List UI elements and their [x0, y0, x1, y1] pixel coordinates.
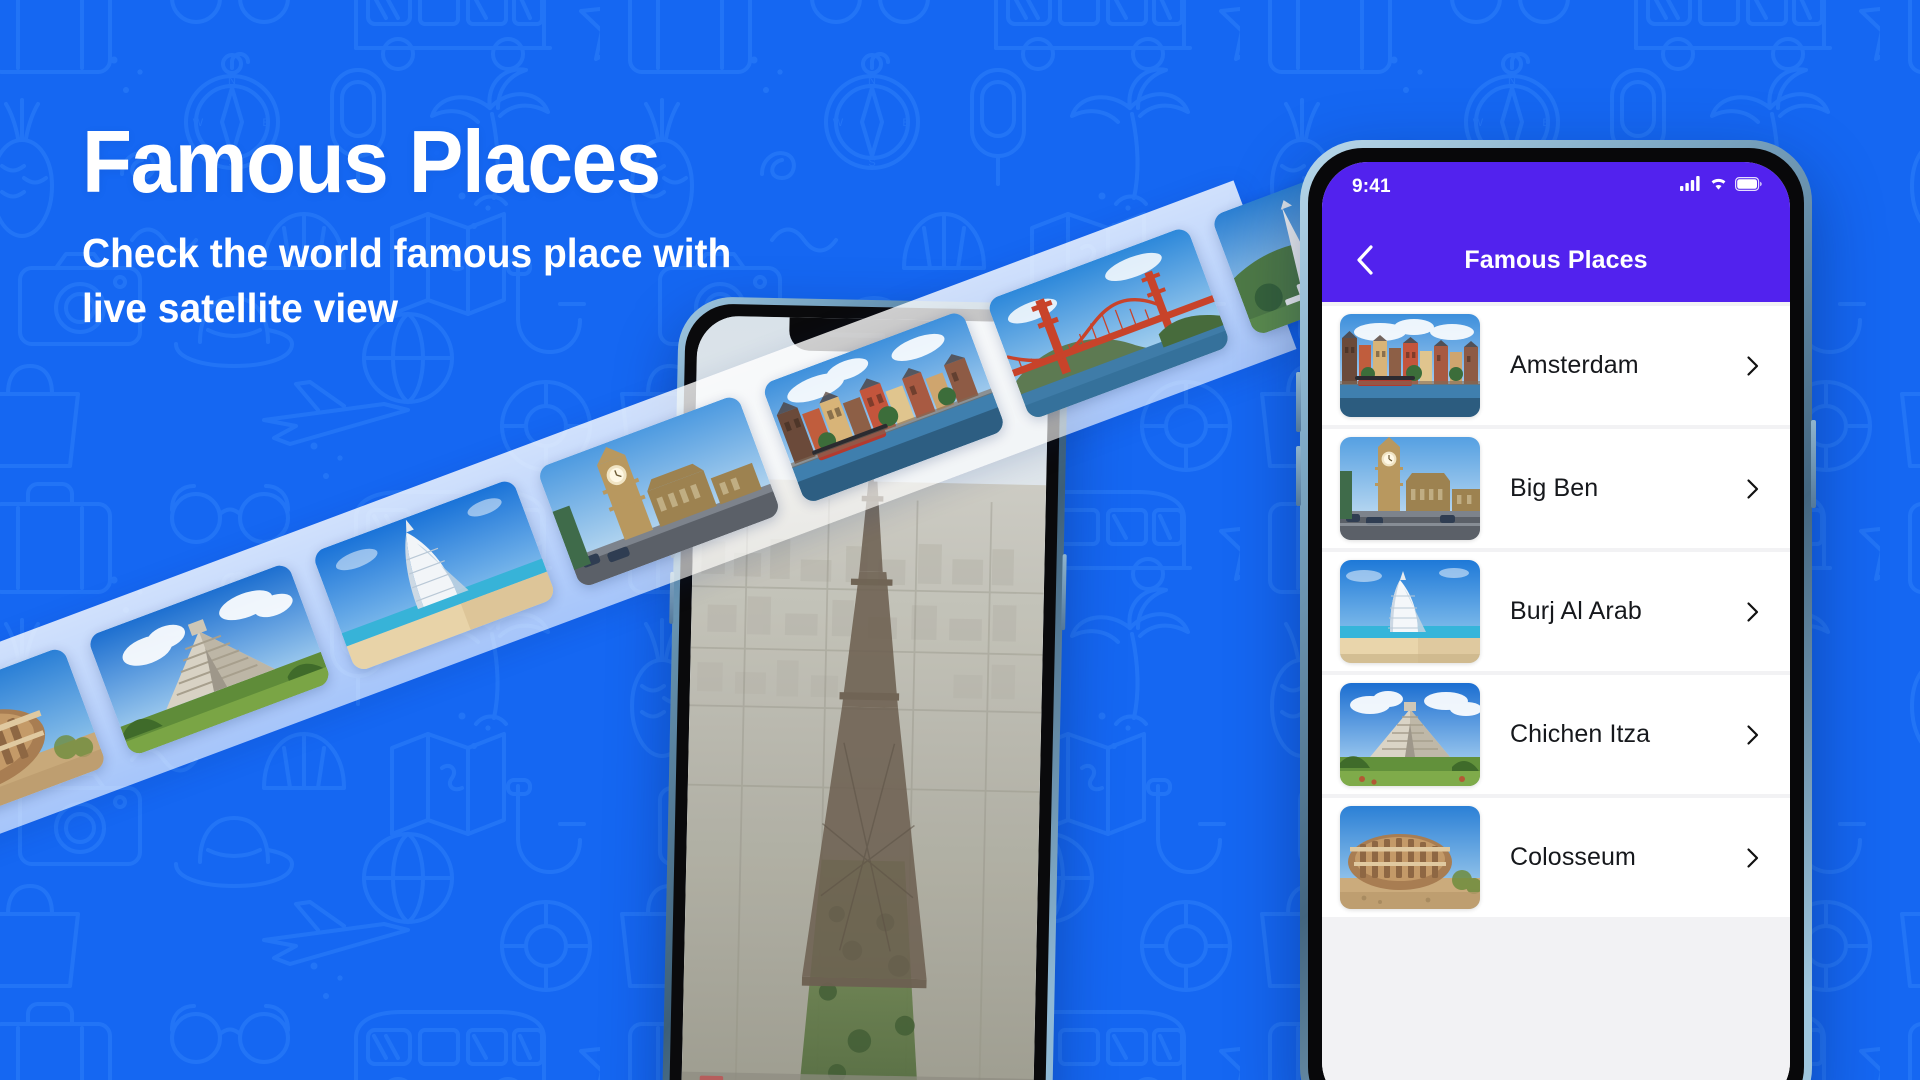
status-bar-time: 9:41	[1352, 176, 1391, 197]
volume-button-up[interactable]	[1296, 372, 1301, 432]
list-item[interactable]: Amsterdam	[1322, 306, 1790, 425]
chevron-right-icon[interactable]	[1742, 601, 1764, 623]
list-item-label: Colosseum	[1510, 843, 1636, 871]
power-button[interactable]	[1811, 420, 1816, 508]
app-screen: 9:41 Famous Places Amsterdam Big Ben Bur…	[1322, 162, 1790, 1080]
right-phone-mockup: 9:41 Famous Places Amsterdam Big Ben Bur…	[1296, 140, 1816, 1080]
chevron-right-icon[interactable]	[1742, 847, 1764, 869]
phone-frame: 9:41 Famous Places Amsterdam Big Ben Bur…	[1300, 140, 1812, 1080]
status-bar-icons	[1680, 176, 1762, 191]
thumbnail-burj-al-arab	[1340, 560, 1480, 663]
thumbnail-big-ben	[1340, 437, 1480, 540]
famous-places-list[interactable]: Amsterdam Big Ben Burj Al Arab Chichen I…	[1322, 302, 1790, 1080]
thumbnail-colosseum	[1340, 806, 1480, 909]
back-button[interactable]	[1348, 243, 1382, 277]
page-title: Famous Places	[82, 112, 661, 211]
promo-banner: N S W E	[0, 0, 1920, 1080]
list-item[interactable]: Chichen Itza	[1322, 675, 1790, 794]
list-item-label: Burj Al Arab	[1510, 597, 1642, 625]
list-item[interactable]: Burj Al Arab	[1322, 552, 1790, 671]
cellular-signal-icon	[1680, 176, 1700, 191]
volume-button-down[interactable]	[1296, 446, 1301, 506]
chevron-right-icon[interactable]	[1742, 355, 1764, 377]
chevron-right-icon[interactable]	[1742, 478, 1764, 500]
page-subtitle: Check the world famous place with live s…	[82, 230, 732, 331]
app-bar-title: Famous Places	[1464, 245, 1648, 274]
thumbnail-chichen-itza	[1340, 683, 1480, 786]
hero-text-block: Famous Places Check the world famous pla…	[82, 112, 982, 336]
app-bar: Famous Places	[1322, 218, 1790, 302]
phone-bezel: 9:41 Famous Places Amsterdam Big Ben Bur…	[1308, 148, 1804, 1080]
battery-icon	[1735, 176, 1762, 191]
list-item-label: Big Ben	[1510, 474, 1599, 502]
status-bar: 9:41	[1322, 162, 1790, 218]
chevron-right-icon[interactable]	[1742, 724, 1764, 746]
list-item-label: Amsterdam	[1510, 351, 1639, 379]
list-item-label: Chichen Itza	[1510, 720, 1651, 748]
wifi-icon	[1711, 178, 1726, 190]
list-item[interactable]: Big Ben	[1322, 429, 1790, 548]
list-item[interactable]: Colosseum	[1322, 798, 1790, 917]
chevron-left-icon	[1357, 245, 1373, 275]
thumbnail-amsterdam	[1340, 314, 1480, 417]
